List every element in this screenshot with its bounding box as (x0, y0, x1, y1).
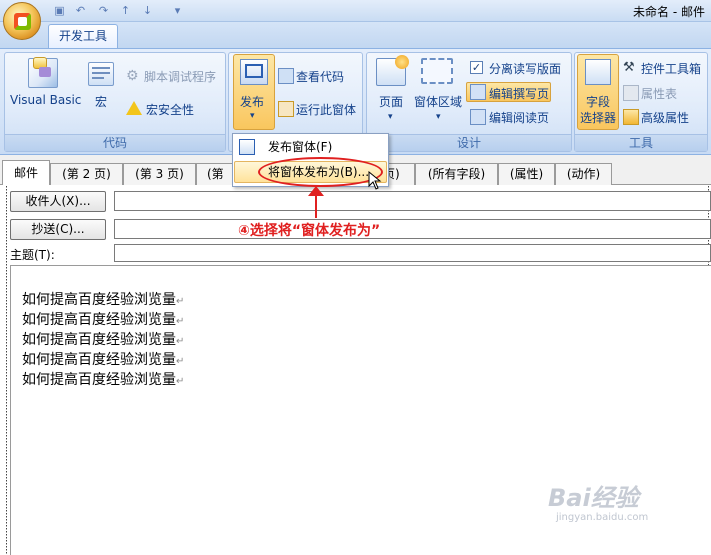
edit-compose-button[interactable]: 编辑撰写页 (466, 82, 551, 102)
field-chooser-label-1: 字段 (586, 95, 611, 109)
form-tab-message[interactable]: 邮件 (2, 160, 50, 186)
annotation-arrow-line (315, 190, 317, 218)
redo-icon[interactable]: ↷ (96, 3, 111, 18)
publish-button[interactable]: 发布 ▾ (233, 54, 275, 130)
field-chooser-button[interactable]: 字段 选择器 (577, 54, 619, 130)
macro-button[interactable]: 宏 (95, 93, 107, 110)
control-toolbox-icon: ⚒ (623, 60, 635, 75)
macro-icon (88, 62, 114, 86)
script-debugger-icon: ⚙ (126, 68, 139, 84)
office-logo-icon (14, 13, 31, 30)
form-tab-all-fields[interactable]: (所有字段) (415, 163, 498, 185)
script-debugger-button[interactable]: 脚本调试程序 (144, 68, 216, 85)
separate-layout-label: 分离读写版面 (489, 62, 562, 76)
body-line: 如何提高百度经验浏览量↵ (22, 372, 185, 388)
form-region-icon (421, 58, 453, 84)
run-form-button[interactable]: 运行此窗体 (296, 101, 356, 118)
mouse-cursor-icon (368, 170, 384, 191)
annotation-text: ④选择将“窗体发布为” (238, 223, 381, 239)
property-sheet-button[interactable]: 属性表 (641, 85, 677, 102)
menu-item-publish-form[interactable]: 发布窗体(F) (234, 136, 387, 158)
edit-read-icon (470, 109, 486, 125)
watermark-url: jingyan.baidu.com (556, 512, 649, 523)
form-tab-page-4[interactable]: (第 4 (196, 163, 236, 201)
edit-compose-icon (470, 84, 486, 100)
page-dropdown-icon[interactable]: ▾ (388, 112, 393, 122)
visual-basic-button[interactable]: Visual Basic (10, 93, 81, 107)
undo-icon[interactable]: ↶ (73, 3, 88, 18)
to-field[interactable] (114, 191, 711, 211)
up-arrow-icon[interactable]: ↑ (118, 3, 133, 18)
page-icon (376, 55, 409, 86)
publish-dropdown-icon: ▾ (250, 111, 255, 121)
group-design-label: 设计 (367, 134, 571, 151)
save-icon[interactable]: ▣ (52, 3, 67, 18)
control-toolbox-button[interactable]: 控件工具箱 (641, 60, 701, 77)
body-line: 如何提高百度经验浏览量↵ (22, 352, 185, 368)
form-tab-actions[interactable]: (动作) (555, 163, 612, 185)
form-region-button[interactable]: 窗体区域 (414, 93, 462, 110)
office-button[interactable] (3, 2, 41, 40)
edit-compose-label: 编辑撰写页 (489, 87, 550, 101)
separate-layout-checkbox[interactable]: ✓ (470, 61, 483, 74)
body-line: 如何提高百度经验浏览量↵ (22, 292, 185, 308)
publish-icon (240, 59, 268, 85)
highlight-oval (258, 157, 383, 187)
edit-read-button[interactable]: 编辑阅读页 (489, 109, 549, 126)
down-arrow-icon[interactable]: ↓ (140, 3, 155, 18)
warning-icon (126, 101, 142, 115)
form-region-dropdown-icon[interactable]: ▾ (436, 112, 441, 122)
advanced-properties-button[interactable]: 高级属性 (641, 109, 689, 126)
form-tab-properties[interactable]: (属性) (498, 163, 555, 185)
macro-security-button[interactable]: 宏安全性 (146, 101, 194, 118)
group-tools-label: 工具 (575, 134, 707, 151)
to-button[interactable]: 收件人(X)... (10, 191, 106, 212)
subject-label: 主题(T): (10, 248, 55, 262)
publish-label: 发布 (240, 95, 265, 109)
window-title: 未命名 - 邮件 (633, 5, 705, 19)
group-code-label: 代码 (5, 134, 225, 151)
property-sheet-icon (623, 85, 639, 101)
view-code-button[interactable]: 查看代码 (296, 68, 344, 85)
body-line: 如何提高百度经验浏览量↵ (22, 312, 185, 328)
tab-developer[interactable]: 开发工具 (48, 24, 118, 49)
form-tab-page-3[interactable]: (第 3 页) (123, 163, 196, 185)
form-tab-page-2[interactable]: (第 2 页) (50, 163, 123, 185)
field-chooser-icon (585, 59, 611, 85)
field-chooser-label-2: 选择器 (580, 111, 617, 125)
cc-button[interactable]: 抄送(C)... (10, 219, 106, 240)
run-form-icon (278, 101, 294, 117)
cc-field[interactable] (114, 219, 711, 239)
customize-chevron-icon[interactable]: ▾ (170, 3, 185, 18)
view-code-icon (278, 68, 294, 84)
body-line: 如何提高百度经验浏览量↵ (22, 332, 185, 348)
grid-dots-left (6, 186, 7, 555)
menu-item-publish-form-label: 发布窗体(F) (268, 140, 333, 154)
advanced-properties-icon (623, 109, 639, 125)
publish-form-icon (239, 139, 255, 155)
subject-field[interactable] (114, 244, 711, 262)
page-button[interactable]: 页面 (379, 93, 403, 110)
watermark-brand: Bai经验 (548, 484, 639, 512)
visual-basic-icon (28, 57, 58, 88)
